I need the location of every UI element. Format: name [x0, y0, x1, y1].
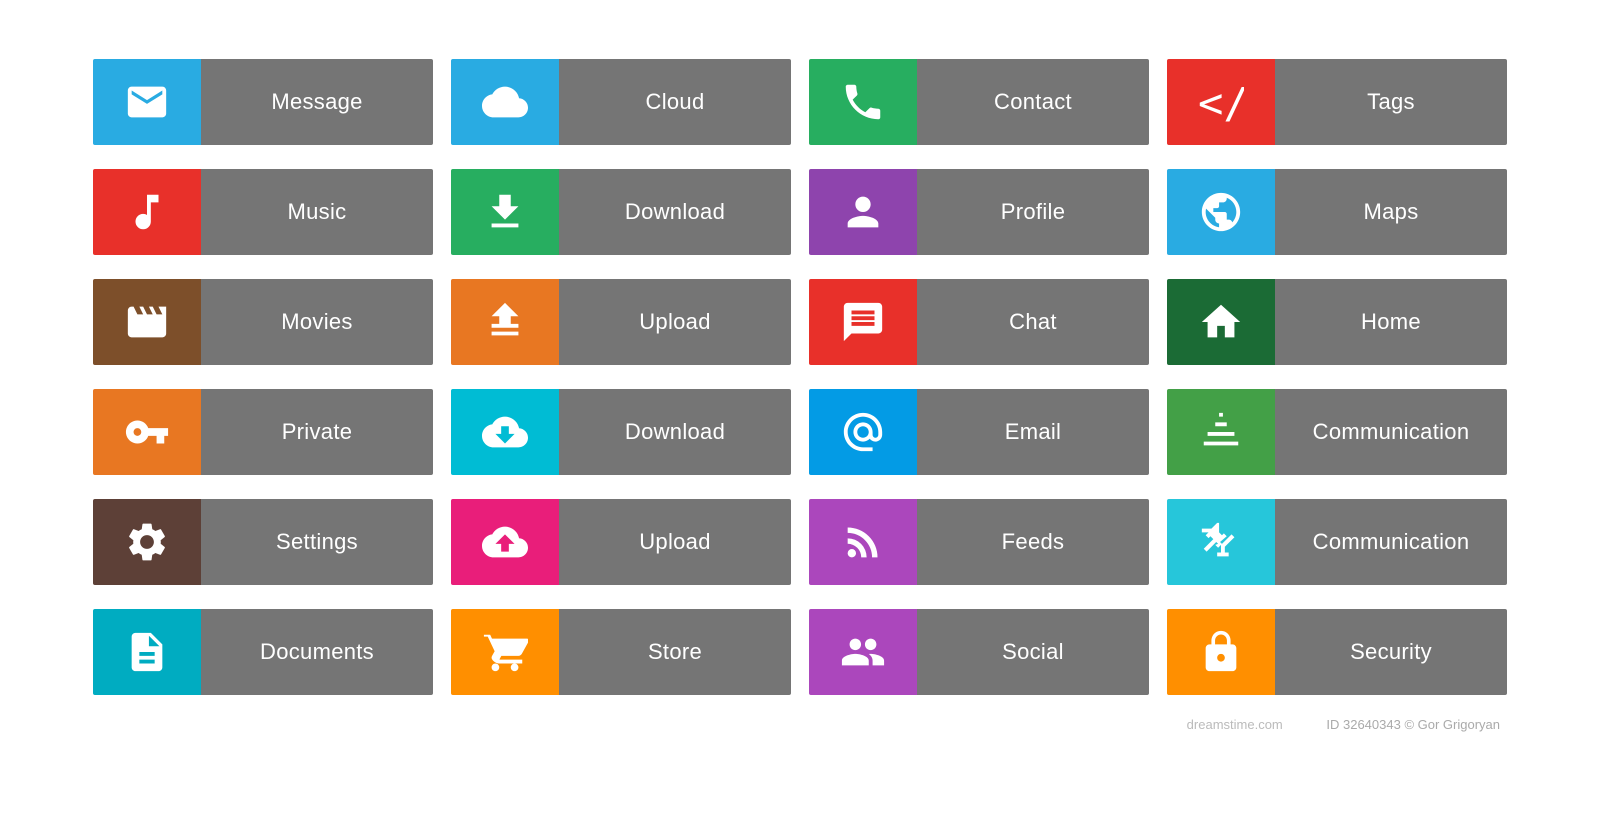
social-icon: [809, 609, 917, 695]
tile-music-label: Music: [201, 169, 433, 255]
communication-icon: [1167, 389, 1275, 475]
id-label: ID 32640343 © Gor Grigoryan: [1326, 717, 1500, 732]
watermark-text: dreamstime.com: [1187, 717, 1283, 732]
satellite-icon: [1167, 499, 1275, 585]
tile-cloud[interactable]: Cloud: [451, 59, 791, 145]
upload-icon: [451, 279, 559, 365]
tile-home-label: Home: [1275, 279, 1507, 365]
tile-movies[interactable]: Movies: [93, 279, 433, 365]
tile-store-label: Store: [559, 609, 791, 695]
cloud-upload-icon: [451, 499, 559, 585]
tile-download2-label: Download: [559, 389, 791, 475]
svg-text:</>: </>: [1198, 79, 1244, 125]
tile-chat-label: Chat: [917, 279, 1149, 365]
settings-icon: [93, 499, 201, 585]
chat-icon: [809, 279, 917, 365]
tile-download1-label: Download: [559, 169, 791, 255]
tile-message[interactable]: Message: [93, 59, 433, 145]
tile-home[interactable]: Home: [1167, 279, 1507, 365]
feeds-icon: [809, 499, 917, 585]
home-icon: [1167, 279, 1275, 365]
phone-icon: [809, 59, 917, 145]
document-icon: [93, 609, 201, 695]
tile-email[interactable]: Email: [809, 389, 1149, 475]
tile-documents-label: Documents: [201, 609, 433, 695]
tile-upload2-label: Upload: [559, 499, 791, 585]
tile-tags[interactable]: </> Tags: [1167, 59, 1507, 145]
cart-icon: [451, 609, 559, 695]
tile-upload1[interactable]: Upload: [451, 279, 791, 365]
tile-upload2[interactable]: Upload: [451, 499, 791, 585]
tile-private-label: Private: [201, 389, 433, 475]
tile-download1[interactable]: Download: [451, 169, 791, 255]
tile-maps[interactable]: Maps: [1167, 169, 1507, 255]
tile-social[interactable]: Social: [809, 609, 1149, 695]
film-icon: [93, 279, 201, 365]
tile-upload1-label: Upload: [559, 279, 791, 365]
tile-communication1-label: Communication: [1275, 389, 1507, 475]
footer: dreamstime.com ID 32640343 © Gor Grigory…: [100, 717, 1500, 732]
tile-profile-label: Profile: [917, 169, 1149, 255]
profile-icon: [809, 169, 917, 255]
cloud-download-icon: [451, 389, 559, 475]
download-icon: [451, 169, 559, 255]
tile-movies-label: Movies: [201, 279, 433, 365]
tags-icon: </>: [1167, 59, 1275, 145]
tile-cloud-label: Cloud: [559, 59, 791, 145]
tile-email-label: Email: [917, 389, 1149, 475]
email-icon: [809, 389, 917, 475]
music-icon: [93, 169, 201, 255]
tile-settings-label: Settings: [201, 499, 433, 585]
tile-communication2-label: Communication: [1275, 499, 1507, 585]
envelope-icon: [93, 59, 201, 145]
tile-security[interactable]: Security: [1167, 609, 1507, 695]
lock-icon: [1167, 609, 1275, 695]
tile-feeds-label: Feeds: [917, 499, 1149, 585]
tile-social-label: Social: [917, 609, 1149, 695]
tile-documents[interactable]: Documents: [93, 609, 433, 695]
tile-tags-label: Tags: [1275, 59, 1507, 145]
tile-store[interactable]: Store: [451, 609, 791, 695]
tile-maps-label: Maps: [1275, 169, 1507, 255]
tile-private[interactable]: Private: [93, 389, 433, 475]
tile-download2[interactable]: Download: [451, 389, 791, 475]
tile-communication1[interactable]: Communication: [1167, 389, 1507, 475]
tile-message-label: Message: [201, 59, 433, 145]
key-icon: [93, 389, 201, 475]
cloud-icon: [451, 59, 559, 145]
tile-security-label: Security: [1275, 609, 1507, 695]
tile-contact[interactable]: Contact: [809, 59, 1149, 145]
tile-contact-label: Contact: [917, 59, 1149, 145]
tile-feeds[interactable]: Feeds: [809, 499, 1149, 585]
tile-music[interactable]: Music: [93, 169, 433, 255]
tile-settings[interactable]: Settings: [93, 499, 433, 585]
globe-icon: [1167, 169, 1275, 255]
tile-communication2[interactable]: Communication: [1167, 499, 1507, 585]
tile-profile[interactable]: Profile: [809, 169, 1149, 255]
tile-chat[interactable]: Chat: [809, 279, 1149, 365]
tile-grid: Message Cloud Contact </> Tags Music: [93, 59, 1507, 699]
